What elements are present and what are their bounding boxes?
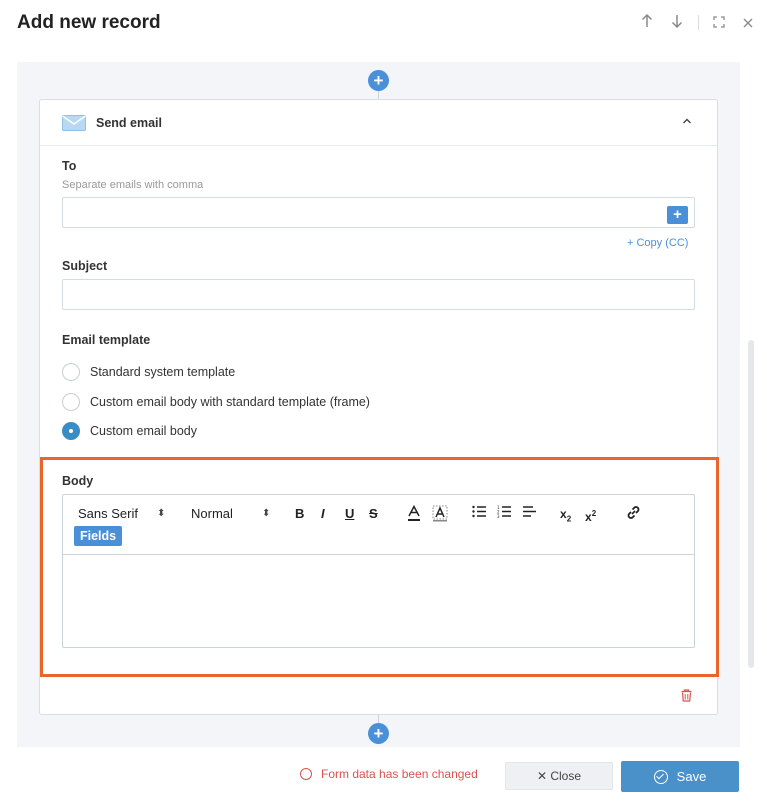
- card-header[interactable]: Send email: [40, 100, 717, 146]
- card-title: Send email: [96, 116, 162, 130]
- subject-input[interactable]: [62, 279, 695, 310]
- radio-button[interactable]: [62, 393, 80, 411]
- status-text: Form data has been changed: [321, 767, 478, 781]
- arrow-up-icon[interactable]: [638, 13, 656, 33]
- email-template-label: Email template: [62, 333, 151, 347]
- expand-icon[interactable]: [710, 13, 728, 33]
- radio-button[interactable]: [62, 363, 80, 381]
- radio-label: Custom email body: [90, 424, 197, 438]
- trash-icon[interactable]: [681, 689, 692, 707]
- chevron-up-icon[interactable]: [682, 114, 692, 128]
- to-label: To: [62, 159, 77, 173]
- save-button[interactable]: Save: [621, 761, 739, 792]
- form-changed-status: Form data has been changed: [300, 767, 478, 781]
- warning-circle-icon: [300, 768, 312, 780]
- close-button[interactable]: ✕ Close: [505, 762, 613, 790]
- radio-custom-body[interactable]: Custom email body: [62, 421, 197, 441]
- add-recipient-button[interactable]: +: [667, 206, 688, 224]
- radio-custom-body-with-frame[interactable]: Custom email body with standard template…: [62, 392, 370, 412]
- radio-label: Standard system template: [90, 365, 236, 379]
- body-section-highlight: [40, 457, 719, 677]
- add-step-below-button[interactable]: +: [368, 723, 389, 744]
- radio-label: Custom email body with standard template…: [90, 395, 370, 409]
- close-icon[interactable]: [739, 13, 757, 33]
- subject-label: Subject: [62, 259, 108, 273]
- to-input[interactable]: [62, 197, 695, 228]
- save-label: Save: [676, 769, 707, 784]
- add-step-above-button[interactable]: +: [368, 70, 389, 91]
- to-hint: Separate emails with comma: [62, 179, 204, 191]
- header-divider: [698, 15, 699, 30]
- radio-standard-template[interactable]: Standard system template: [62, 362, 235, 382]
- copy-cc-link[interactable]: + Copy (CC): [627, 237, 688, 249]
- arrow-down-icon[interactable]: [668, 13, 686, 33]
- radio-button-checked[interactable]: [62, 422, 80, 440]
- scrollbar[interactable]: [748, 340, 754, 668]
- envelope-icon: [62, 115, 86, 136]
- page-title: Add new record: [17, 12, 161, 33]
- check-circle-icon: [653, 769, 668, 784]
- connector-line: [378, 90, 379, 99]
